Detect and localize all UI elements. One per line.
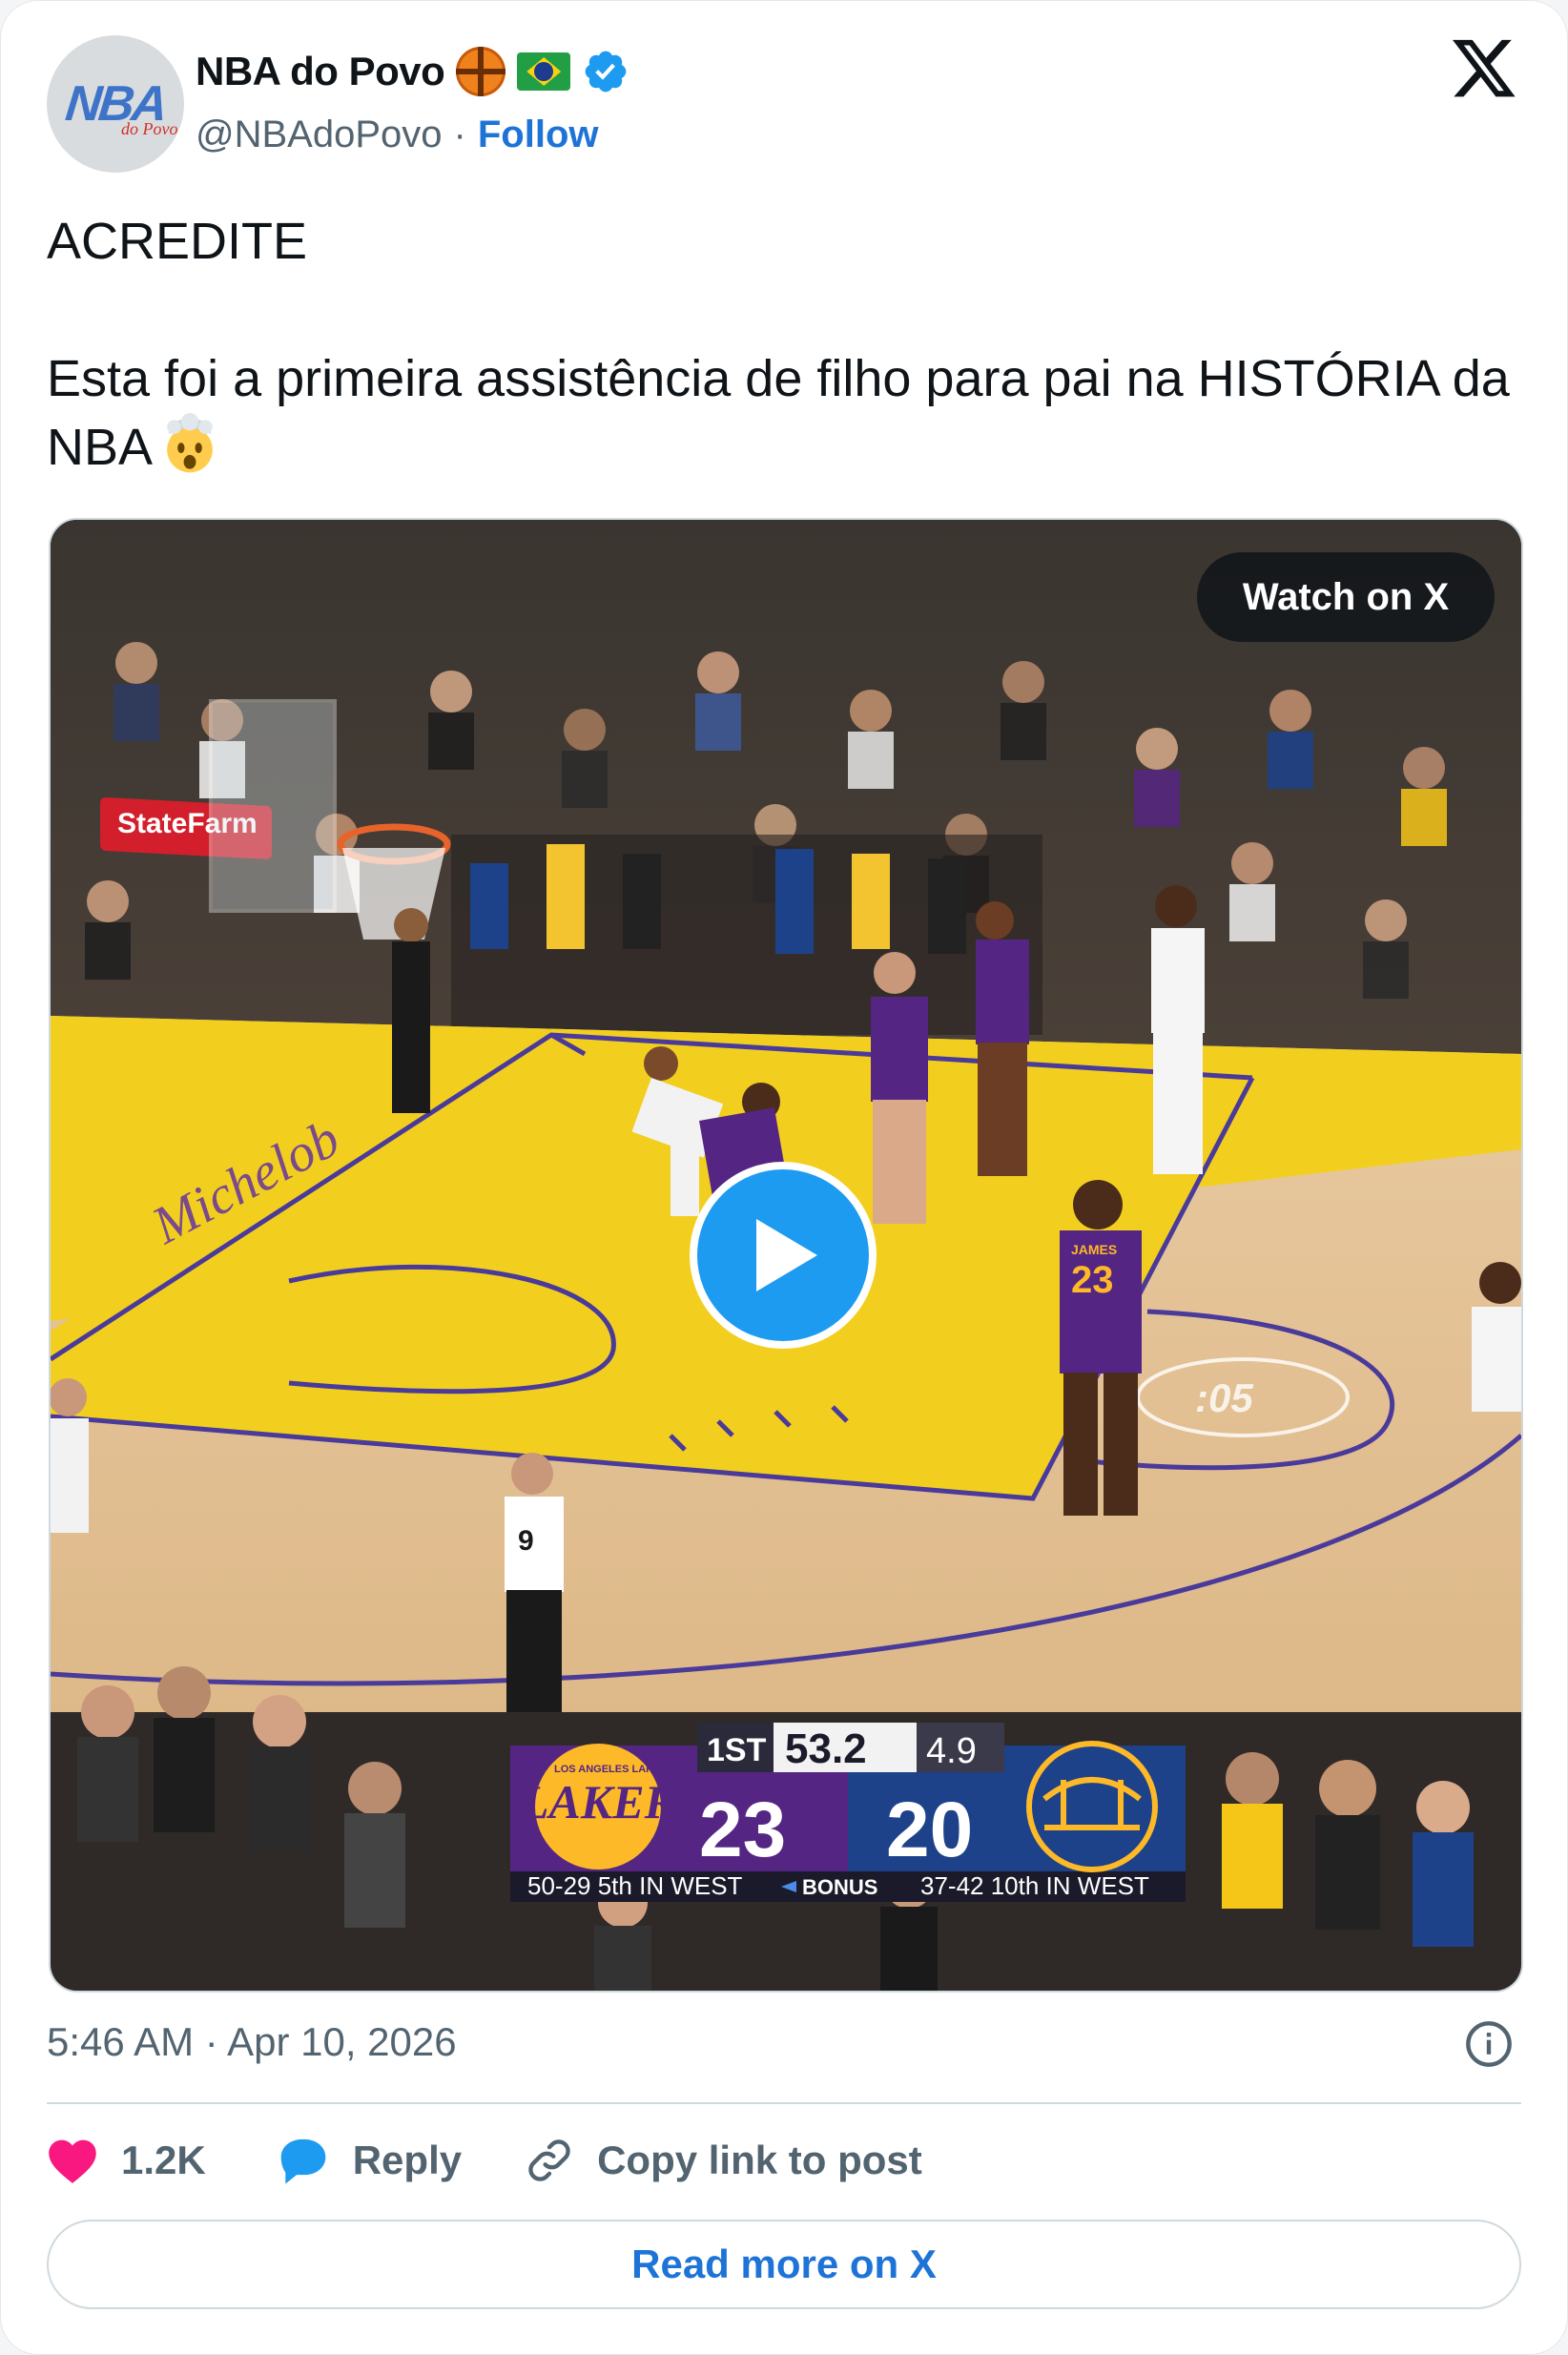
verified-badge-icon <box>585 51 627 93</box>
watch-on-x-button[interactable]: Watch on X <box>1197 552 1495 642</box>
bench <box>451 835 1042 1035</box>
display-name[interactable]: NBA do Povo <box>196 49 445 94</box>
brazil-flag-emoji-icon <box>517 52 571 91</box>
lakers-wordmark: LAKERS <box>519 1775 703 1828</box>
play-button[interactable] <box>690 1162 877 1349</box>
scorebug: LAKERS LOS ANGELES LAKERS 1ST 53.2 4.9 2… <box>510 1723 1186 1902</box>
tweet-timestamp[interactable]: 5:46 AM · Apr 10, 2026 <box>47 2014 457 2071</box>
home-record: 50-29 5th IN WEST <box>527 1871 743 1900</box>
avatar-logo-subtext: do Povo <box>121 119 178 138</box>
tweet-line-2-text: Esta foi a primeira assistência de filho… <box>47 350 1510 476</box>
tweet-card: NBA do Povo NBA do Povo @NBAdoPovo · Fol… <box>0 0 1568 2355</box>
copy-link-label: Copy link to post <box>597 2138 922 2182</box>
home-score: 23 <box>699 1787 786 1873</box>
jersey-number-23: 23 <box>1071 1259 1114 1301</box>
referee-9 <box>505 1497 564 1592</box>
follow-button[interactable]: Follow <box>478 114 599 156</box>
bonus-label: BONUS <box>802 1875 877 1899</box>
warriors-logo-icon <box>1026 1741 1158 1872</box>
play-icon <box>756 1219 817 1291</box>
shot-clock-text: 4.9 <box>926 1731 977 1771</box>
like-count: 1.2K <box>121 2138 206 2182</box>
tweet-text: ACREDITE Esta foi a primeira assistência… <box>47 207 1516 482</box>
game-clock-text: 53.2 <box>785 1725 867 1772</box>
author-name-row: NBA do Povo <box>196 43 629 100</box>
read-more-button[interactable]: Read more on X <box>47 2220 1521 2309</box>
action-bar: 1.2K Reply Copy link to post <box>47 2130 922 2191</box>
referee-number: 9 <box>518 1525 534 1557</box>
copy-link-button[interactable]: Copy link to post <box>525 2136 922 2185</box>
avatar[interactable]: NBA do Povo <box>47 35 184 173</box>
link-icon <box>528 2139 570 2181</box>
reply-button[interactable]: Reply <box>277 2136 462 2185</box>
away-record: 37-42 10th IN WEST <box>920 1871 1149 1900</box>
tweet-line-2: Esta foi a primeira assistência de filho… <box>47 344 1516 482</box>
backboard <box>209 699 337 913</box>
author-handle[interactable]: @NBAdoPovo <box>196 114 443 156</box>
lakers-wordmark-full: LOS ANGELES LAKERS <box>554 1764 675 1775</box>
divider <box>47 2102 1521 2104</box>
like-button[interactable]: 1.2K <box>47 2137 206 2184</box>
away-score: 20 <box>886 1787 973 1873</box>
author-handle-row: @NBAdoPovo · Follow <box>196 108 598 161</box>
shot-clock-floor-text: :05 <box>1195 1375 1253 1420</box>
reply-label: Reply <box>352 2138 463 2182</box>
jersey-name: JAMES <box>1071 1242 1117 1257</box>
heart-icon <box>49 2139 96 2183</box>
reply-bubble-icon <box>280 2138 326 2184</box>
separator-dot: · <box>453 113 466 155</box>
tweet-line-1: ACREDITE <box>47 213 308 270</box>
basketball-emoji-icon <box>456 47 506 96</box>
exploding-head-emoji-icon <box>167 413 213 473</box>
x-logo-icon[interactable] <box>1453 39 1517 100</box>
period-text: 1ST <box>707 1732 767 1768</box>
info-icon[interactable] <box>1464 2019 1514 2069</box>
